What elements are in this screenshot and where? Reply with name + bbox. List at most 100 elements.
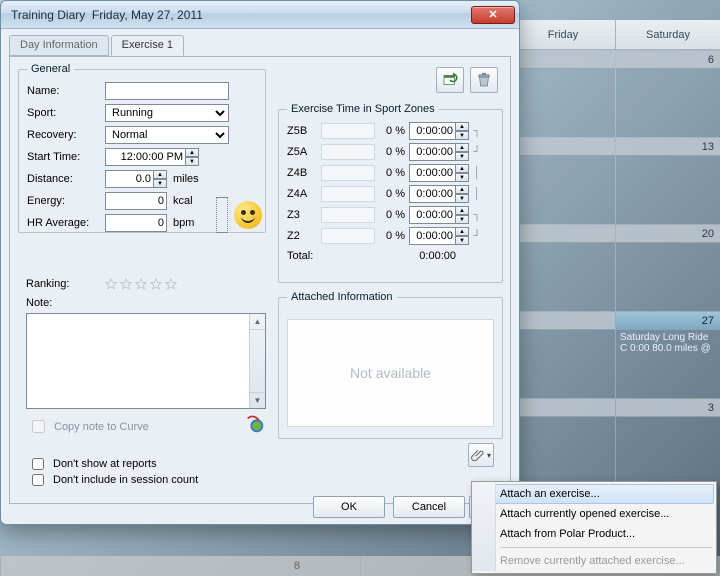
sport-label: Sport: <box>27 107 105 119</box>
calendar-refresh-button[interactable] <box>436 67 464 93</box>
cal-date[interactable]: 13 <box>616 138 720 156</box>
zone-row: Z4B0 %▲▼│ <box>287 163 494 183</box>
energy-label: Energy: <box>27 195 105 207</box>
zone-bar <box>321 123 375 139</box>
cal-header-friday: Friday <box>510 20 615 49</box>
titlebar[interactable]: Training Diary Friday, May 27, 2011 ✕ <box>1 1 519 29</box>
zone-row: Z3 0 % ▲▼ ┐ <box>287 205 494 225</box>
no-reports-checkbox[interactable] <box>32 458 44 470</box>
zone-time-stepper[interactable]: ▲▼ <box>409 164 469 182</box>
cal-event[interactable]: Saturday Long RideC 0:00 80.0 miles @ <box>616 330 720 356</box>
tab-day-information[interactable]: Day Information <box>9 35 109 56</box>
training-diary-dialog: Training Diary Friday, May 27, 2011 ✕ Da… <box>0 0 520 525</box>
tab-panel: General Name: Sport:Running Recovery:Nor… <box>9 56 511 504</box>
star-icon[interactable] <box>164 277 178 291</box>
cancel-button[interactable]: Cancel <box>393 496 465 518</box>
zones-total-value: 0:00:00 <box>353 250 494 262</box>
zone-row: Z5A 0 % ▲▼ ┘ <box>287 142 494 162</box>
ctx-attach-polar[interactable]: Attach from Polar Product... <box>474 524 714 544</box>
zone-name: Z5A <box>287 146 317 158</box>
attached-info-box: Not available <box>287 319 494 427</box>
note-label: Note: <box>26 297 52 309</box>
mood-scale[interactable] <box>216 197 228 233</box>
zone-pct: 0 % <box>379 188 405 200</box>
star-icon[interactable] <box>134 277 148 291</box>
zone-name: Z4A <box>287 188 317 200</box>
globe-curve-icon[interactable] <box>244 413 266 433</box>
cal-date-selected[interactable]: 27 <box>616 312 720 330</box>
ranking-stars[interactable] <box>104 277 178 291</box>
zone-time-stepper[interactable]: ▲▼ <box>409 206 469 224</box>
zone-row: Z5B0 %▲▼┐ <box>287 121 494 141</box>
zone-name: Z3 <box>287 209 317 221</box>
zone-name: Z2 <box>287 230 317 242</box>
sport-select[interactable]: Running <box>105 104 229 122</box>
ctx-attach-opened[interactable]: Attach currently opened exercise... <box>474 504 714 524</box>
zone-time-stepper[interactable]: ▲▼ <box>409 122 469 140</box>
energy-input[interactable] <box>105 192 167 210</box>
close-icon: ✕ <box>488 8 497 21</box>
zone-bracket-icon: ┐ <box>473 125 481 137</box>
start-time-stepper[interactable]: ▲▼ <box>105 148 199 166</box>
name-label: Name: <box>27 85 105 97</box>
note-scrollbar[interactable]: ▲ ▼ <box>249 314 265 408</box>
zone-bracket-icon: ┐ <box>473 209 481 221</box>
start-time-label: Start Time: <box>27 151 105 163</box>
smiley-icon[interactable] <box>234 201 262 229</box>
zone-pct: 0 % <box>379 209 405 221</box>
cal-date[interactable]: 6 <box>616 51 720 69</box>
calendar-arrow-icon <box>441 71 459 89</box>
zone-time-stepper[interactable]: ▲▼ <box>409 185 469 203</box>
zone-bar <box>321 207 375 223</box>
no-session-checkbox[interactable] <box>32 474 44 486</box>
zone-row: Z2 0 % ▲▼ ┘ <box>287 226 494 246</box>
name-input[interactable] <box>105 82 229 100</box>
recovery-label: Recovery: <box>27 129 105 141</box>
distance-label: Distance: <box>27 173 105 185</box>
window-title: Training Diary Friday, May 27, 2011 <box>11 8 203 22</box>
attach-context-menu: Attach an exercise... Attach currently o… <box>471 481 717 574</box>
note-textarea[interactable]: ▲ ▼ <box>26 313 266 409</box>
zone-bracket-icon: ┘ <box>473 230 481 242</box>
zone-pct: 0 % <box>379 146 405 158</box>
spin-down[interactable]: ▼ <box>185 157 199 166</box>
zone-row: Z4A 0 % ▲▼ │ <box>287 184 494 204</box>
zone-bracket-icon: │ <box>473 167 481 179</box>
paperclip-icon <box>471 448 485 462</box>
attach-menu-button[interactable]: ▾ <box>468 443 494 467</box>
star-icon[interactable] <box>149 277 163 291</box>
sport-zones-group: Exercise Time in Sport Zones Z5B0 %▲▼┐Z5… <box>278 103 503 283</box>
attached-info-group: Attached Information Not available <box>278 291 503 439</box>
delete-button[interactable] <box>470 67 498 93</box>
hr-unit: bpm <box>173 217 194 229</box>
hr-input[interactable] <box>105 214 167 232</box>
distance-unit: miles <box>173 173 199 185</box>
zone-bracket-icon: ┘ <box>473 146 481 158</box>
tab-exercise-1[interactable]: Exercise 1 <box>111 35 184 56</box>
scroll-down-icon[interactable]: ▼ <box>250 392 265 408</box>
general-legend: General <box>27 63 74 75</box>
scroll-up-icon[interactable]: ▲ <box>250 314 265 330</box>
zone-time-stepper[interactable]: ▲▼ <box>409 227 469 245</box>
ok-button[interactable]: OK <box>313 496 385 518</box>
ctx-attach-exercise[interactable]: Attach an exercise... <box>474 484 714 504</box>
zone-bracket-icon: │ <box>473 188 481 200</box>
star-icon[interactable] <box>104 277 118 291</box>
attached-info-legend: Attached Information <box>287 291 397 303</box>
distance-stepper[interactable]: ▲▼ <box>105 170 167 188</box>
star-icon[interactable] <box>119 277 133 291</box>
close-button[interactable]: ✕ <box>471 6 515 24</box>
copy-note-checkbox <box>32 420 45 433</box>
dropdown-arrow-icon: ▾ <box>487 451 491 460</box>
cal-date[interactable]: 20 <box>616 225 720 243</box>
energy-unit: kcal <box>173 195 193 207</box>
recovery-select[interactable]: Normal <box>105 126 229 144</box>
zones-legend: Exercise Time in Sport Zones <box>287 103 439 115</box>
zone-time-stepper[interactable]: ▲▼ <box>409 143 469 161</box>
zone-pct: 0 % <box>379 230 405 242</box>
ctx-remove-attached: Remove currently attached exercise... <box>474 551 714 571</box>
trash-icon <box>475 71 493 89</box>
cal-date[interactable]: 3 <box>616 399 720 417</box>
zone-pct: 0 % <box>379 167 405 179</box>
spin-up[interactable]: ▲ <box>185 148 199 157</box>
